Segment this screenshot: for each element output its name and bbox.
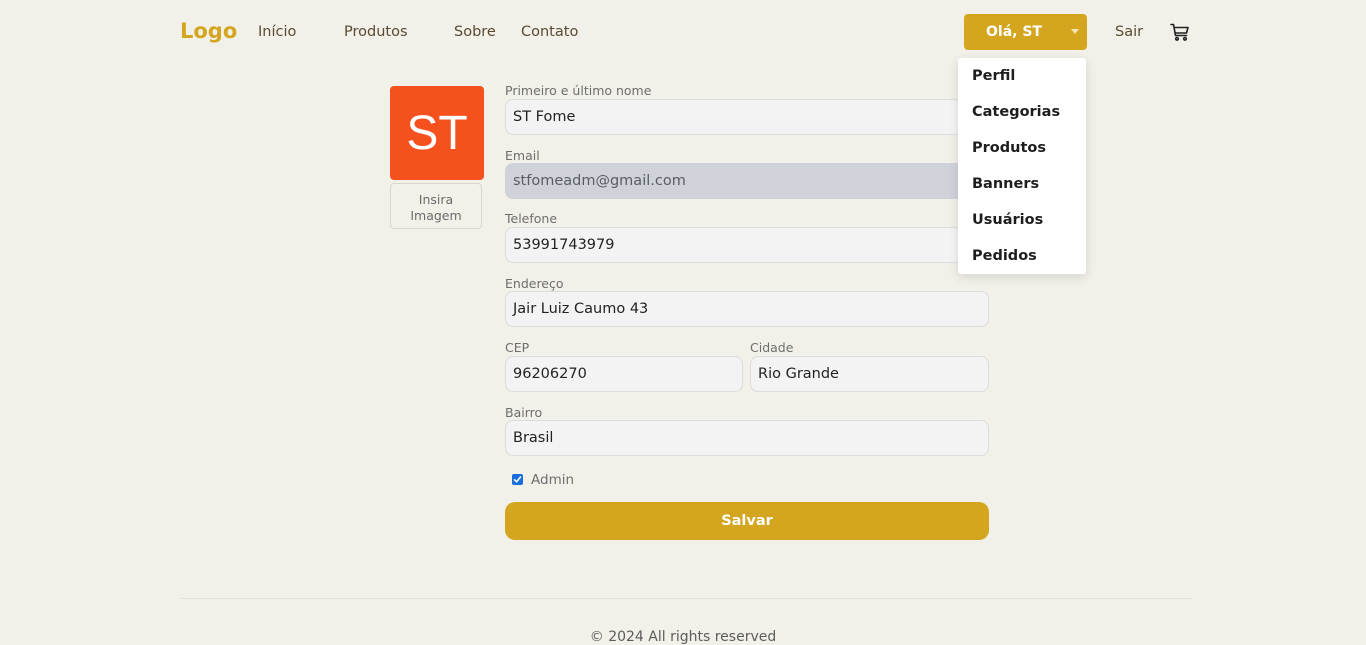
profile-page: Logo Início Produtos Sobre Contato Olá, … bbox=[0, 0, 1366, 645]
nav-produtos[interactable]: Produtos bbox=[344, 24, 408, 40]
phone-field[interactable]: 53991743979 bbox=[505, 227, 989, 263]
insert-image-button[interactable]: Insira Imagem bbox=[390, 183, 482, 229]
email-field: stfomeadm@gmail.com bbox=[505, 163, 989, 199]
email-label: Email bbox=[505, 148, 540, 163]
nav-contato[interactable]: Contato bbox=[521, 24, 578, 40]
save-button[interactable]: Salvar bbox=[505, 502, 989, 540]
nav-sobre[interactable]: Sobre bbox=[454, 24, 496, 40]
menu-item-pedidos[interactable]: Pedidos bbox=[972, 248, 1037, 264]
avatar: ST bbox=[390, 86, 484, 180]
nav-inicio[interactable]: Início bbox=[258, 24, 296, 40]
cart-icon[interactable] bbox=[1170, 22, 1190, 42]
name-field[interactable]: ST Fome bbox=[505, 99, 989, 135]
admin-checkbox[interactable] bbox=[512, 474, 523, 485]
cep-field[interactable]: 96206270 bbox=[505, 356, 743, 392]
logout-link[interactable]: Sair bbox=[1115, 24, 1143, 40]
phone-label: Telefone bbox=[505, 211, 558, 226]
address-field[interactable]: Jair Luiz Caumo 43 bbox=[505, 291, 989, 327]
check-icon bbox=[513, 476, 522, 483]
cep-label: CEP bbox=[505, 340, 530, 355]
city-label: Cidade bbox=[750, 340, 794, 355]
admin-label: Admin bbox=[531, 472, 575, 488]
menu-item-banners[interactable]: Banners bbox=[972, 176, 1039, 192]
address-label: Endereço bbox=[505, 276, 564, 291]
user-dropdown-menu: Perfil Categorias Produtos Banners Usuár… bbox=[958, 58, 1086, 274]
menu-item-perfil[interactable]: Perfil bbox=[972, 68, 1015, 84]
name-label: Primeiro e último nome bbox=[505, 83, 652, 98]
city-field[interactable]: Rio Grande bbox=[750, 356, 989, 392]
district-field[interactable]: Brasil bbox=[505, 420, 989, 456]
menu-item-categorias[interactable]: Categorias bbox=[972, 104, 1060, 120]
caret-down-icon bbox=[1071, 29, 1079, 34]
district-label: Bairro bbox=[505, 405, 543, 420]
user-menu-label: Olá, ST bbox=[986, 24, 1042, 40]
footer-divider bbox=[180, 598, 1192, 599]
logo[interactable]: Logo bbox=[180, 19, 237, 43]
menu-item-usuarios[interactable]: Usuários bbox=[972, 212, 1043, 228]
footer-copyright: © 2024 All rights reserved bbox=[589, 629, 777, 645]
user-menu-button[interactable]: Olá, ST bbox=[964, 14, 1087, 50]
menu-item-produtos[interactable]: Produtos bbox=[972, 140, 1046, 156]
